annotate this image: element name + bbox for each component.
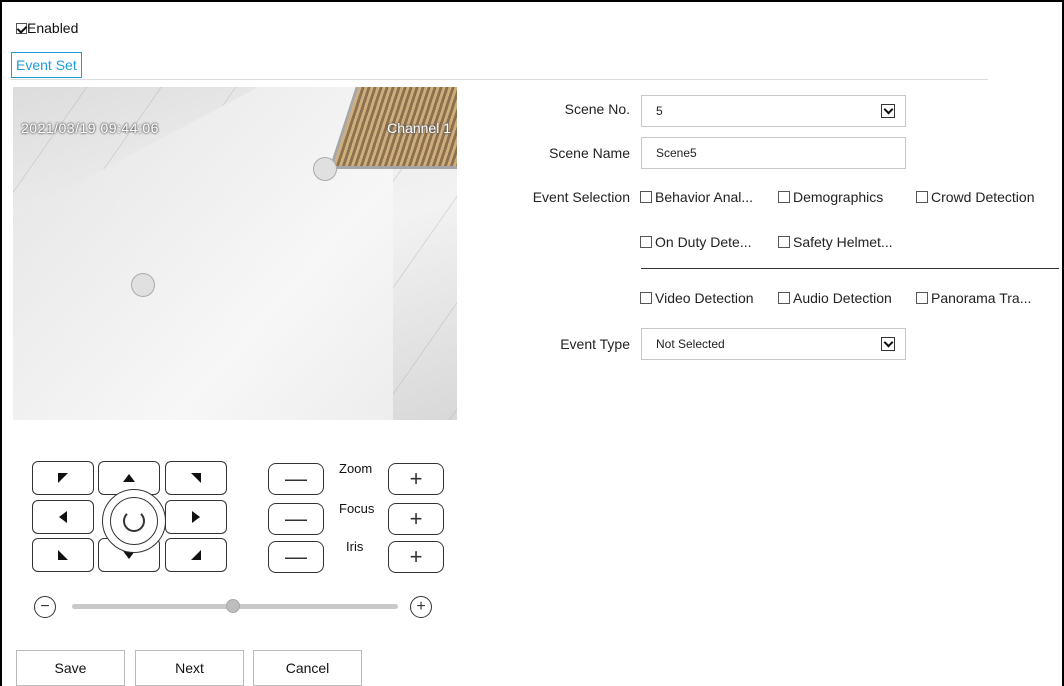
ptz-up-left-button[interactable]	[32, 461, 94, 495]
video-timestamp: 2021/03/19 09:44:06	[21, 120, 159, 136]
ptz-right-button[interactable]	[165, 500, 227, 534]
iris-open-button[interactable]: +	[388, 541, 444, 573]
checkbox-icon[interactable]	[640, 191, 652, 203]
arrow-up-right-icon	[191, 473, 201, 483]
ptz-down-right-button[interactable]	[165, 538, 227, 572]
event-option-label: Behavior Anal...	[655, 189, 754, 205]
focus-label: Focus	[339, 501, 375, 516]
enabled-label: Enabled	[27, 20, 79, 36]
event-option-behavior-analysis[interactable]: Behavior Anal...	[640, 189, 753, 205]
ptz-up-right-button[interactable]	[165, 461, 227, 495]
event-option-label: Safety Helmet...	[793, 234, 893, 250]
event-option-label: Crowd Detection	[931, 189, 1035, 205]
zoom-in-button[interactable]: +	[388, 463, 444, 495]
scene-no-value: 5	[656, 104, 663, 118]
event-type-select[interactable]: Not Selected	[641, 328, 906, 360]
tab-event-set[interactable]: Event Set	[11, 52, 82, 78]
checkbox-icon[interactable]	[778, 191, 790, 203]
video-channel-label: Channel 1	[387, 120, 451, 136]
tab-divider	[11, 79, 988, 80]
arrow-up-left-icon	[58, 473, 68, 483]
scene-name-input[interactable]: Scene5	[641, 137, 906, 169]
scene-name-label: Scene Name	[549, 145, 630, 161]
checkbox-icon[interactable]	[916, 292, 928, 304]
event-option-on-duty-detection[interactable]: On Duty Dete...	[640, 234, 751, 250]
focus-far-button[interactable]: +	[388, 503, 444, 535]
event-type-label: Event Type	[560, 336, 630, 352]
scene-no-label: Scene No.	[564, 101, 630, 117]
speed-slider-thumb[interactable]	[226, 599, 240, 613]
event-type-value: Not Selected	[656, 337, 725, 351]
slider-decrease-button[interactable]: −	[34, 596, 56, 618]
event-option-label: On Duty Dete...	[655, 234, 752, 250]
event-option-crowd-detection[interactable]: Crowd Detection	[916, 189, 1035, 205]
event-option-audio-detection[interactable]: Audio Detection	[778, 290, 892, 306]
event-option-label: Panorama Tra...	[931, 290, 1032, 306]
cancel-button[interactable]: Cancel	[253, 650, 362, 686]
event-option-label: Video Detection	[655, 290, 754, 306]
arrow-left-icon	[59, 511, 67, 523]
arrow-up-icon	[123, 474, 135, 482]
event-option-demographics[interactable]: Demographics	[778, 189, 883, 205]
focus-near-button[interactable]: —	[268, 503, 324, 535]
enabled-checkbox[interactable]: Enabled	[16, 20, 78, 36]
arrow-down-right-icon	[191, 550, 201, 560]
event-option-label: Audio Detection	[793, 290, 892, 306]
event-option-video-detection[interactable]: Video Detection	[640, 290, 754, 306]
event-option-panorama-tracking[interactable]: Panorama Tra...	[916, 290, 1031, 306]
save-button[interactable]: Save	[16, 650, 125, 686]
ceiling-sensor	[131, 273, 155, 297]
event-selection-label: Event Selection	[532, 189, 630, 205]
checkbox-icon[interactable]	[778, 236, 790, 248]
ptz-down-left-button[interactable]	[32, 538, 94, 572]
next-button[interactable]: Next	[135, 650, 244, 686]
ptz-left-button[interactable]	[32, 500, 94, 534]
ptz-auto-rotate-button[interactable]	[102, 489, 166, 553]
ceiling-light	[313, 157, 337, 181]
enabled-check-icon[interactable]	[16, 22, 27, 34]
chevron-down-icon	[881, 104, 895, 118]
iris-label: Iris	[346, 539, 364, 554]
slider-increase-button[interactable]: +	[410, 596, 432, 618]
event-option-label: Demographics	[793, 189, 884, 205]
checkbox-icon[interactable]	[640, 236, 652, 248]
video-preview: 2021/03/19 09:44:06 Channel 1	[13, 87, 457, 420]
zoom-out-button[interactable]: —	[268, 463, 324, 495]
zoom-label: Zoom	[339, 461, 373, 476]
iris-close-button[interactable]: —	[268, 541, 324, 573]
checkbox-icon[interactable]	[916, 191, 928, 203]
checkbox-icon[interactable]	[640, 292, 652, 304]
scene-no-select[interactable]: 5	[641, 95, 906, 127]
arrow-down-left-icon	[58, 550, 68, 560]
arrow-right-icon	[192, 511, 200, 523]
rotate-icon	[123, 510, 145, 532]
event-group-divider	[641, 268, 1059, 269]
event-option-safety-helmet[interactable]: Safety Helmet...	[778, 234, 893, 250]
chevron-down-icon	[881, 337, 895, 351]
checkbox-icon[interactable]	[778, 292, 790, 304]
